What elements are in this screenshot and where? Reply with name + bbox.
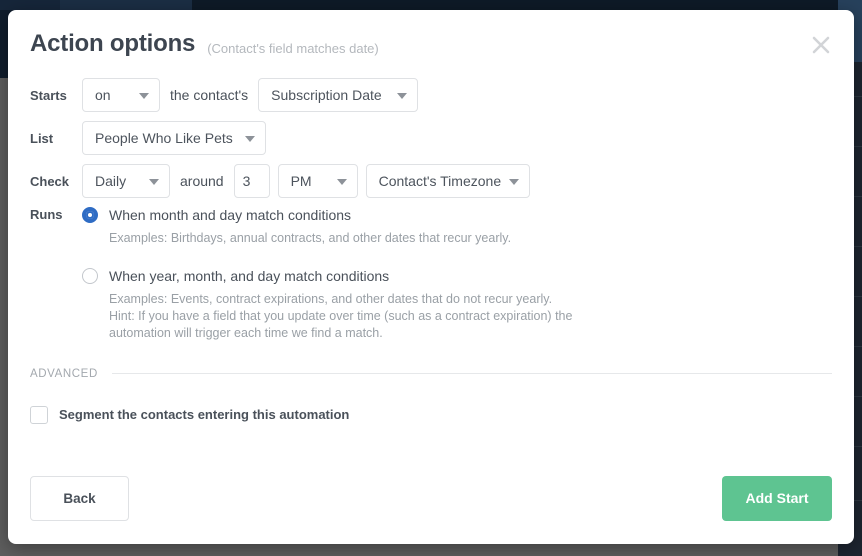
add-start-button[interactable]: Add Start (722, 475, 832, 521)
runs-option-month-day: When month and day match conditions Exam… (82, 207, 832, 247)
form-row-check: Check Daily around PM Contact's Timezone (30, 164, 832, 198)
starts-field-value: Subscription Date (271, 87, 382, 103)
check-frequency-select[interactable]: Daily (82, 164, 170, 198)
segment-checkbox[interactable] (30, 405, 48, 424)
check-meridiem-select[interactable]: PM (277, 164, 358, 198)
check-meridiem-value: PM (290, 173, 312, 189)
helper-line: Examples: Events, contract expirations, … (109, 291, 553, 306)
nav-block-middle (60, 0, 192, 10)
radio-month-day-label: When month and day match conditions (109, 207, 352, 223)
form-row-starts: Starts on the contact's Subscription Dat… (30, 78, 832, 112)
back-button[interactable]: Back (30, 475, 129, 521)
radio-year-month-day-label: When year, month, and day match conditio… (109, 267, 390, 284)
radio-month-day[interactable] (82, 207, 98, 223)
chevron-down-icon (397, 93, 408, 99)
advanced-label: ADVANCED (30, 367, 98, 380)
list-select[interactable]: People Who Like Pets (82, 121, 266, 155)
nav-block-left (0, 0, 60, 10)
chevron-down-icon (139, 93, 149, 99)
runs-label: Runs (30, 207, 63, 222)
helper-line: automation will trigger each time we fin… (109, 325, 383, 340)
runs-options: When month and day match conditions Exam… (82, 207, 832, 342)
form-row-list: List People Who Like Pets (30, 121, 832, 155)
radio-line[interactable]: When year, month, and day match conditio… (82, 267, 832, 284)
check-timezone-value: Contact's Timezone (378, 173, 502, 189)
check-hour-input[interactable] (233, 164, 270, 198)
check-timezone-select[interactable]: Contact's Timezone (365, 164, 530, 198)
runs-option-month-day-helper: Examples: Birthdays, annual contracts, a… (109, 230, 832, 247)
list-value: People Who Like Pets (95, 130, 233, 146)
segment-checkbox-row[interactable]: Segment the contacts entering this autom… (30, 405, 832, 424)
runs-option-year-month-day: When year, month, and day match conditio… (82, 267, 832, 342)
modal-footer: Back Add Start (8, 452, 854, 544)
close-icon[interactable] (810, 34, 832, 56)
radio-line[interactable]: When month and day match conditions (82, 207, 832, 223)
runs-option-year-month-day-helper: Examples: Events, contract expirations, … (109, 291, 832, 342)
helper-line: Hint: If you have a field that you updat… (109, 308, 573, 323)
chevron-down-icon (508, 179, 519, 185)
chevron-down-icon (336, 179, 347, 185)
starts-middle-text: the contact's (170, 87, 249, 103)
check-label: Check (30, 173, 70, 189)
modal-subtitle: (Contact's field matches date) (207, 40, 379, 56)
advanced-section-header: ADVANCED (30, 368, 832, 380)
segment-checkbox-label: Segment the contacts entering this autom… (59, 407, 350, 422)
divider (111, 373, 832, 374)
modal-header: Action options (Contact's field matches … (8, 10, 854, 78)
helper-line: Examples: Birthdays, annual contracts, a… (109, 231, 512, 245)
starts-condition-value: on (95, 87, 111, 103)
check-middle-text: around (180, 173, 224, 189)
chevron-down-icon (245, 136, 255, 142)
radio-year-month-day[interactable] (82, 267, 98, 284)
starts-label: Starts (30, 87, 67, 103)
app-screen: ea ng d e d a d s fy tio ct Action optio… (0, 0, 862, 556)
action-options-modal: Action options (Contact's field matches … (8, 10, 854, 544)
chevron-down-icon (149, 179, 159, 185)
modal-body: Starts on the contact's Subscription Dat… (8, 78, 854, 424)
form-row-runs: Runs When month and day match conditions… (30, 207, 832, 342)
nav-block-right (192, 0, 862, 10)
starts-field-select[interactable]: Subscription Date (258, 78, 419, 112)
check-frequency-value: Daily (95, 173, 127, 189)
list-label: List (30, 130, 54, 146)
page-title: Action options (30, 30, 196, 57)
starts-condition-select[interactable]: on (82, 78, 160, 112)
